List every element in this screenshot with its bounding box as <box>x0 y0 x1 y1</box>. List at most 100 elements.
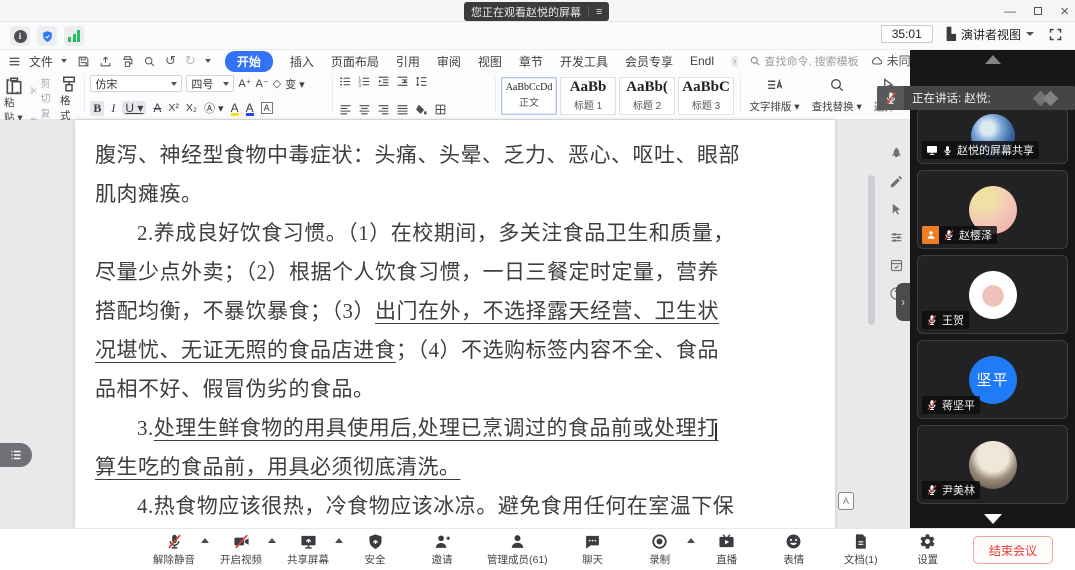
tab-3[interactable]: 引用 <box>396 53 420 70</box>
participant-tile-screen-share[interactable]: 赵悦的屏幕共享 <box>917 108 1068 164</box>
undo-icon[interactable]: ↺ <box>165 53 176 69</box>
toolbar-caret-icon[interactable] <box>335 538 343 543</box>
toolbar-gear-button[interactable]: 设置 <box>906 532 950 567</box>
line-sp-icon[interactable] <box>415 75 428 88</box>
toolbar-camera-off-button[interactable]: 开启视频 <box>219 532 263 567</box>
tab-1[interactable]: 插入 <box>290 53 314 70</box>
italic-button[interactable]: I <box>111 101 115 116</box>
style-1[interactable]: AaBb标题 1 <box>560 77 616 115</box>
font-name-select[interactable]: 仿宋 <box>90 75 182 92</box>
watching-banner[interactable]: 您正在观看赵悦的屏幕 ≡ <box>464 2 609 21</box>
tabs-overflow-button[interactable]: › <box>731 56 738 67</box>
toolbar-caret-icon[interactable] <box>687 538 695 543</box>
hamburger-menu-icon[interactable] <box>8 55 21 68</box>
strikethrough-button[interactable]: A <box>153 101 161 115</box>
toolbar-mic-muted-button[interactable]: 解除静音 <box>152 532 196 567</box>
quickbar-chevron-icon[interactable] <box>205 59 211 63</box>
font-size-select[interactable]: 四号 <box>186 75 234 92</box>
sliders-icon[interactable] <box>889 230 904 245</box>
phonetic-guide-icon[interactable]: 变 ▾ <box>285 76 305 92</box>
toolbar-chat-button[interactable]: 聊天 <box>571 532 615 567</box>
export-icon[interactable] <box>99 55 112 68</box>
enclosed-char-button[interactable]: Ⓐ ▾ <box>204 100 224 116</box>
clear-format-icon[interactable]: ◇ <box>273 77 281 90</box>
outdent-icon[interactable] <box>377 75 390 88</box>
align-c-icon[interactable] <box>358 103 371 116</box>
toolbar-emoji-button[interactable]: 表情 <box>772 532 816 567</box>
toolbar-doc-button[interactable]: 文档(1) <box>839 532 883 567</box>
align-r-icon[interactable] <box>377 103 390 116</box>
close-button[interactable]: × <box>1060 4 1069 19</box>
tab-6[interactable]: 章节 <box>519 53 543 70</box>
translate-tool-icon[interactable]: A <box>838 492 854 510</box>
tab-8[interactable]: 会员专享 <box>625 53 673 70</box>
list-num-icon[interactable]: 123 <box>358 75 371 88</box>
cut-button[interactable]: 剪切 <box>30 75 54 105</box>
toolbar-shield-button[interactable]: 安全 <box>353 532 397 567</box>
tab-active-0[interactable]: 开始 <box>225 51 273 72</box>
banner-menu-icon[interactable]: ≡ <box>596 6 602 18</box>
rocket-icon[interactable] <box>889 146 904 161</box>
format-painter-button[interactable]: 格式刷 <box>60 75 78 116</box>
participant-tile[interactable]: 坚平蒋坚平 <box>917 340 1068 419</box>
print-icon[interactable] <box>121 55 134 68</box>
character-border-button[interactable]: A <box>261 102 273 114</box>
cursor-icon[interactable] <box>889 202 904 217</box>
fullscreen-icon[interactable] <box>1048 27 1063 42</box>
toolbar-screen-share-button[interactable]: 共享屏幕 <box>286 532 330 567</box>
tab-7[interactable]: 开发工具 <box>560 53 608 70</box>
file-menu[interactable]: 文件 <box>29 53 53 70</box>
font-color-button[interactable]: A <box>246 101 254 115</box>
command-search[interactable]: 查找命令, 搜索模板 <box>749 53 859 69</box>
end-meeting-button[interactable]: 结束会议 <box>973 536 1053 564</box>
restore-button[interactable] <box>1034 5 1042 17</box>
scroll-down-icon[interactable] <box>984 514 1002 524</box>
print-preview-icon[interactable] <box>143 55 156 68</box>
find-replace-button[interactable]: 查找替换 ▾ <box>809 75 865 116</box>
scrollbar-handle[interactable] <box>868 175 875 325</box>
security-shield-icon[interactable] <box>37 26 57 46</box>
align-j-icon[interactable] <box>396 103 409 116</box>
pen-icon[interactable] <box>889 174 904 189</box>
redo-icon[interactable]: ↻ <box>185 53 196 69</box>
participant-tile[interactable]: 尹美林 <box>917 425 1068 504</box>
borders-icon[interactable] <box>434 103 447 116</box>
toolbar-caret-icon[interactable] <box>268 538 276 543</box>
text-layout-button[interactable]: 文字排版 ▾ <box>746 75 802 116</box>
style-2[interactable]: AaBb(标题 2 <box>619 77 675 115</box>
decrease-font-icon[interactable]: A⁻ <box>256 77 269 90</box>
toolbar-live-button[interactable]: 直播 <box>705 532 749 567</box>
increase-font-icon[interactable]: A⁺ <box>238 77 251 90</box>
document-page[interactable]: 腹泻、神经型食物中毒症状：头痛、头晕、乏力、恶心、呕吐、眼部肌肉瘫痪。2.养成良… <box>75 120 835 528</box>
save-icon[interactable] <box>77 55 90 68</box>
indent-icon[interactable] <box>396 75 409 88</box>
document-scrollbar[interactable] <box>868 120 875 528</box>
tab-5[interactable]: 视图 <box>478 53 502 70</box>
network-signal-icon[interactable] <box>64 26 84 46</box>
style-0[interactable]: AaBbCcDd正文 <box>501 77 557 115</box>
shading-icon[interactable] <box>415 103 428 116</box>
muted-mic-icon[interactable] <box>877 86 904 110</box>
participant-tile[interactable]: 王贺 <box>917 255 1068 334</box>
meeting-info-icon[interactable]: i <box>10 26 30 46</box>
subscript-button[interactable]: X₂ <box>186 102 197 114</box>
list-bullet-icon[interactable] <box>339 75 352 88</box>
floating-list-widget[interactable] <box>0 443 32 467</box>
view-mode-button[interactable]: ▙ 演讲者视图 <box>947 26 1034 43</box>
toolbar-record-button[interactable]: 录制 <box>638 532 682 567</box>
minimize-button[interactable]: — <box>1004 5 1016 17</box>
toolbar-caret-icon[interactable] <box>201 538 209 543</box>
panel-expand-tab[interactable]: › <box>896 283 910 321</box>
superscript-button[interactable]: X² <box>168 102 179 114</box>
align-l-icon[interactable] <box>339 103 352 116</box>
tab-2[interactable]: 页面布局 <box>331 53 379 70</box>
collapse-up-icon[interactable] <box>985 55 1001 64</box>
tab-4[interactable]: 审阅 <box>437 53 461 70</box>
style-3[interactable]: AaBbC标题 3 <box>678 77 734 115</box>
archive-icon[interactable] <box>889 258 904 273</box>
paste-button[interactable]: 粘贴 ▾ <box>4 75 24 116</box>
highlight-color-button[interactable]: A <box>231 101 239 115</box>
toolbar-person-button[interactable]: 管理成员(61) <box>487 532 548 567</box>
toolbar-person-add-button[interactable]: 邀请 <box>420 532 464 567</box>
tab-9[interactable]: Endl <box>690 54 714 68</box>
